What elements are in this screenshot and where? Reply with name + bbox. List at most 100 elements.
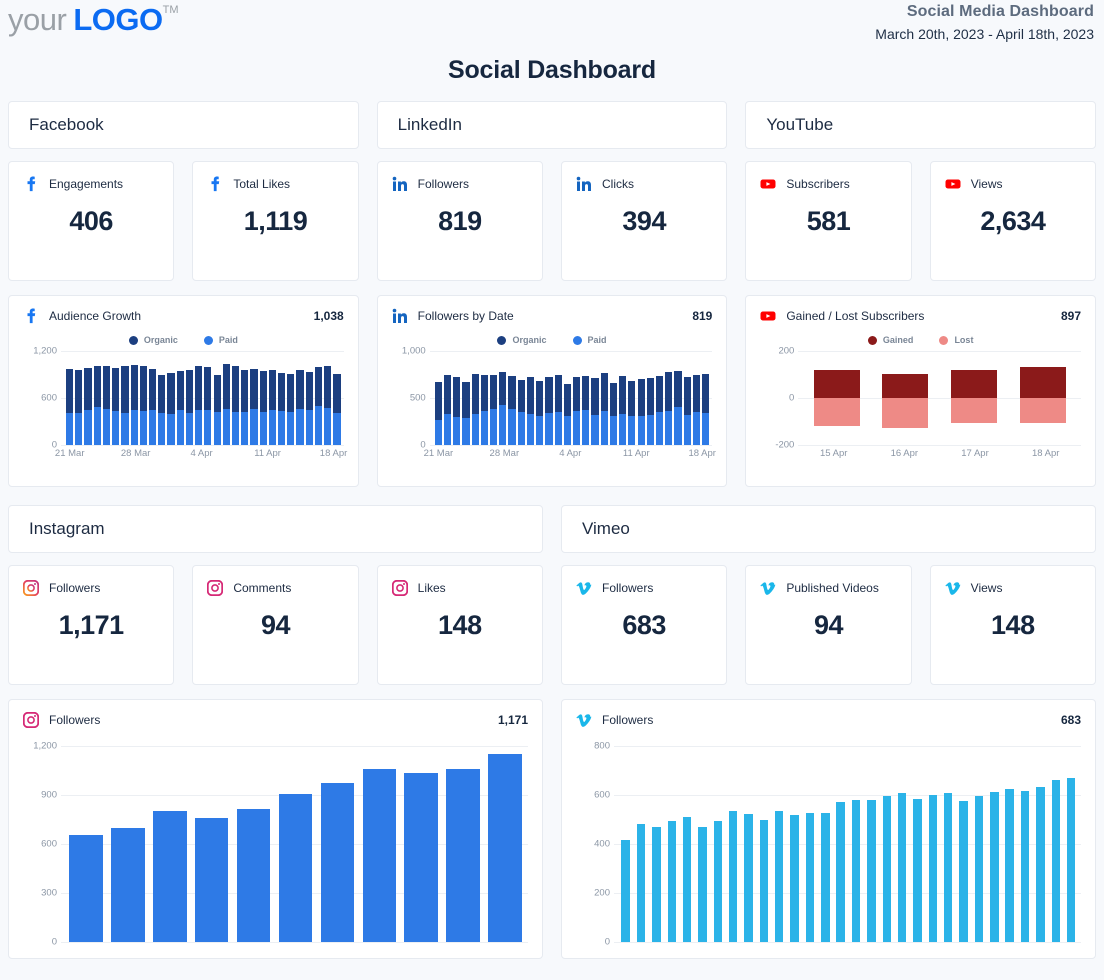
chart-bar[interactable]	[526, 351, 535, 445]
chart-bar[interactable]	[544, 351, 553, 445]
chart-bar[interactable]	[139, 351, 148, 445]
chart-bar[interactable]	[400, 746, 442, 942]
chart-bar[interactable]	[194, 351, 203, 445]
chart-bar[interactable]	[517, 351, 526, 445]
chart-bar[interactable]	[442, 746, 484, 942]
chart-bar[interactable]	[818, 746, 833, 942]
chart-bar[interactable]	[275, 746, 317, 942]
chart-bar[interactable]	[185, 351, 194, 445]
chart-bar[interactable]	[618, 746, 633, 942]
stat-card-youtube-subscribers[interactable]: Subscribers 581	[745, 161, 912, 281]
chart-bar-group[interactable]	[882, 351, 929, 445]
chart-bar[interactable]	[581, 351, 590, 445]
chart-bar[interactable]	[191, 746, 233, 942]
chart-bar[interactable]	[83, 351, 92, 445]
chart-bar[interactable]	[233, 746, 275, 942]
chart-bar[interactable]	[695, 746, 710, 942]
chart-bar[interactable]	[149, 746, 191, 942]
chart-card-instagram-followers[interactable]: Followers 1,171 0 300 600 900 1,200	[8, 699, 543, 959]
chart-bar[interactable]	[535, 351, 544, 445]
chart-bar[interactable]	[434, 351, 443, 445]
chart-bar[interactable]	[1048, 746, 1063, 942]
stat-card-instagram-comments[interactable]: Comments 94	[192, 565, 359, 685]
chart-bar[interactable]	[833, 746, 848, 942]
chart-bar[interactable]	[314, 351, 323, 445]
chart-bar[interactable]	[741, 746, 756, 942]
chart-bar[interactable]	[148, 351, 157, 445]
chart-bar[interactable]	[93, 351, 102, 445]
chart-bar[interactable]	[443, 351, 452, 445]
chart-bar[interactable]	[692, 351, 701, 445]
chart-bar[interactable]	[332, 351, 341, 445]
chart-bar[interactable]	[910, 746, 925, 942]
stat-card-vimeo-published-videos[interactable]: Published Videos 94	[745, 565, 912, 685]
stat-card-instagram-likes[interactable]: Likes 148	[376, 565, 543, 685]
chart-bar[interactable]	[600, 351, 609, 445]
chart-card-vimeo-followers[interactable]: Followers 683 0 200 400 600 800	[561, 699, 1096, 959]
chart-bar[interactable]	[756, 746, 771, 942]
chart-bar[interactable]	[507, 351, 516, 445]
chart-bar[interactable]	[231, 351, 240, 445]
chart-bar[interactable]	[646, 351, 655, 445]
chart-bar[interactable]	[987, 746, 1002, 942]
chart-bar[interactable]	[726, 746, 741, 942]
chart-bar[interactable]	[679, 746, 694, 942]
stat-card-vimeo-views[interactable]: Views 148	[929, 565, 1096, 685]
chart-bar[interactable]	[956, 746, 971, 942]
chart-bar[interactable]	[664, 351, 673, 445]
chart-bar[interactable]	[772, 746, 787, 942]
chart-bar[interactable]	[305, 351, 314, 445]
stat-card-vimeo-followers[interactable]: Followers 683	[561, 565, 728, 685]
chart-bar[interactable]	[787, 746, 802, 942]
chart-bar[interactable]	[1033, 746, 1048, 942]
chart-bar[interactable]	[554, 351, 563, 445]
chart-bar[interactable]	[203, 351, 212, 445]
chart-bar[interactable]	[471, 351, 480, 445]
chart-bar[interactable]	[452, 351, 461, 445]
chart-bar[interactable]	[65, 746, 107, 942]
chart-bar[interactable]	[240, 351, 249, 445]
chart-bar[interactable]	[618, 351, 627, 445]
chart-bar[interactable]	[130, 351, 139, 445]
chart-bar[interactable]	[572, 351, 581, 445]
stat-card-youtube-views[interactable]: Views 2,634	[929, 161, 1097, 281]
chart-bar[interactable]	[323, 351, 332, 445]
stat-card-facebook-total-likes[interactable]: Total Likes 1,119	[192, 161, 359, 281]
stat-card-facebook-engagements[interactable]: Engagements 406	[8, 161, 175, 281]
chart-bar[interactable]	[74, 351, 83, 445]
chart-bar[interactable]	[563, 351, 572, 445]
chart-bar[interactable]	[673, 351, 682, 445]
chart-bar[interactable]	[249, 351, 258, 445]
chart-bar[interactable]	[295, 351, 304, 445]
chart-bar[interactable]	[111, 351, 120, 445]
chart-bar[interactable]	[277, 351, 286, 445]
chart-bar[interactable]	[259, 351, 268, 445]
chart-bar[interactable]	[176, 351, 185, 445]
chart-bar[interactable]	[609, 351, 618, 445]
chart-bar[interactable]	[1017, 746, 1032, 942]
chart-bar[interactable]	[941, 746, 956, 942]
chart-bar[interactable]	[879, 746, 894, 942]
chart-bar[interactable]	[664, 746, 679, 942]
stat-card-linkedin-followers[interactable]: Followers 819	[376, 161, 544, 281]
chart-bar[interactable]	[358, 746, 400, 942]
chart-bar[interactable]	[971, 746, 986, 942]
chart-bar[interactable]	[102, 351, 111, 445]
chart-bar[interactable]	[627, 351, 636, 445]
chart-bar[interactable]	[710, 746, 725, 942]
stat-card-instagram-followers[interactable]: Followers 1,171	[8, 565, 175, 685]
chart-bar[interactable]	[268, 351, 277, 445]
chart-bar[interactable]	[166, 351, 175, 445]
chart-card-linkedin-followers-by-date[interactable]: Followers by Date 819 Organic Paid 0 500 1…	[376, 295, 728, 487]
chart-bar[interactable]	[286, 351, 295, 445]
chart-bar[interactable]	[649, 746, 664, 942]
chart-bar[interactable]	[1063, 746, 1078, 942]
chart-bar[interactable]	[655, 351, 664, 445]
chart-bar-group[interactable]	[813, 351, 860, 445]
chart-bar[interactable]	[157, 351, 166, 445]
chart-bar[interactable]	[925, 746, 940, 942]
chart-bar[interactable]	[633, 746, 648, 942]
chart-bar[interactable]	[107, 746, 149, 942]
chart-bar[interactable]	[590, 351, 599, 445]
chart-bar[interactable]	[316, 746, 358, 942]
